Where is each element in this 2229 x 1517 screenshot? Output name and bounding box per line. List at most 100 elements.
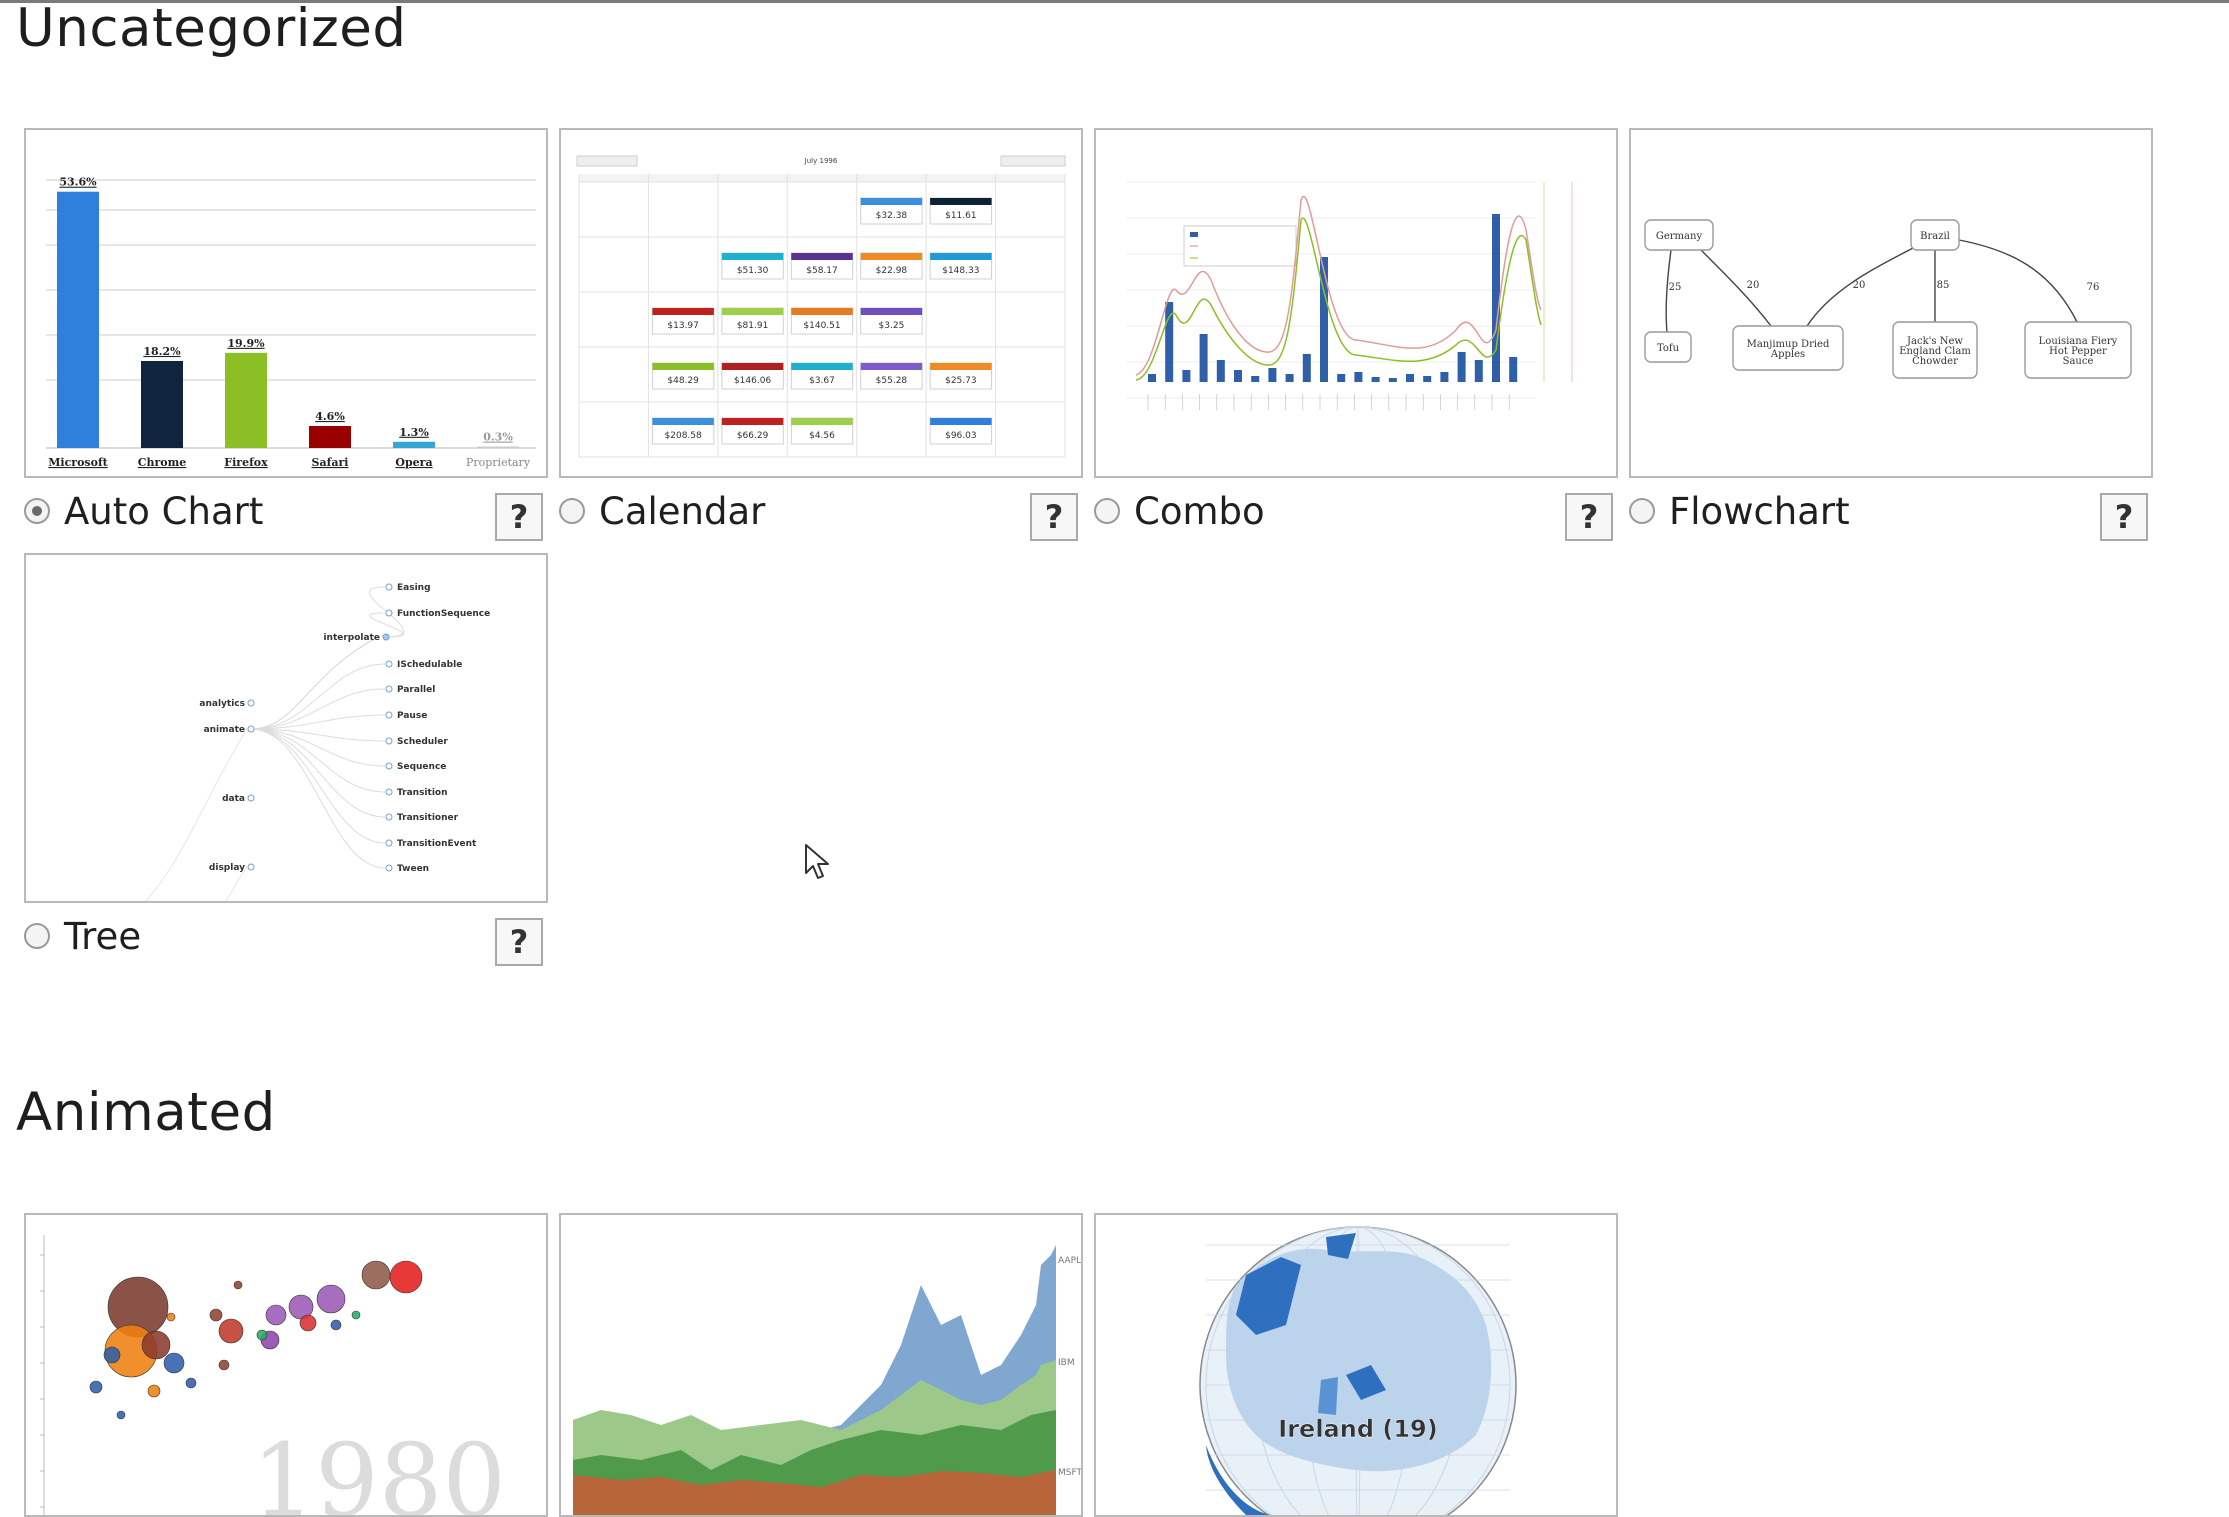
flow-node-label: Tofu (1657, 343, 1680, 354)
flow-node-label: Brazil (1920, 231, 1950, 242)
tree-node-label: data (222, 794, 245, 804)
category-label: Proprietary (466, 456, 531, 469)
combo-bar (1440, 372, 1449, 382)
calendar-event-header (860, 308, 923, 315)
calendar-event-header (860, 363, 923, 370)
tree-leaf (385, 813, 393, 821)
calendar-event-header (791, 253, 853, 260)
tree-leaf (385, 609, 393, 617)
flowchart-preview: 25 20 20 85 76Germany BrazilTofu Manjimup Drie… (1644, 219, 2132, 379)
bubble (166, 1312, 176, 1322)
chart-type-card-animated-bubble[interactable]: 1980 (24, 1213, 548, 1517)
flowchart-radio[interactable] (1629, 498, 1655, 524)
bar-value-label: 53.6% (59, 176, 97, 189)
tree-leaf-label: Tween (397, 864, 429, 874)
chart-type-card-tree[interactable]: analytics animate data display interpolate Ea… (24, 553, 548, 973)
tree-leaf (385, 583, 393, 591)
bubble (185, 1377, 197, 1389)
tree-leaf (385, 839, 393, 847)
flowchart-help-button[interactable]: ? (2100, 493, 2148, 541)
chart-type-card-calendar[interactable]: July 1996 $32.38 $11.61 $51.30 $58.17 $22.98 $… (559, 128, 1083, 548)
calendar-event-amount: $3.25 (879, 321, 905, 331)
tree-node (247, 863, 255, 871)
calendar-event-header (721, 363, 784, 370)
combo-bar (1320, 257, 1328, 382)
bubble-thumbnail[interactable]: 1980 (24, 1213, 548, 1517)
tree-leaf (385, 788, 393, 796)
combo-radio[interactable] (1094, 498, 1120, 524)
bubble (330, 1319, 342, 1331)
calendar-label: Calendar (599, 490, 766, 533)
tree-node (382, 633, 390, 641)
chart-type-card-combo[interactable]: Combo ? (1094, 128, 1618, 548)
tree-node (247, 699, 255, 707)
calendar-event-amount: $13.97 (667, 321, 699, 331)
calendar-event-amount: $66.29 (737, 431, 769, 441)
tree-leaf (385, 660, 393, 668)
tree-node-label: display (209, 863, 245, 873)
combo-bar (1234, 370, 1242, 382)
tree-help-button[interactable]: ? (495, 918, 543, 966)
combo-bar (1285, 374, 1294, 382)
flowchart-thumbnail[interactable]: 25 20 20 85 76 Germany Brazil Tofu Manjimup Drie… (1629, 128, 2153, 478)
calendar-event-header (721, 253, 784, 260)
auto-chart-thumbnail[interactable]: 53.6% Microsoft 18.2% Chrome 19.9% Firefox 4.6… (24, 128, 548, 478)
combo-thumbnail[interactable] (1094, 128, 1618, 478)
category-label: Microsoft (48, 456, 108, 469)
category-label: Firefox (224, 456, 268, 469)
globe-thumbnail[interactable]: Ireland (19) (1094, 1213, 1618, 1517)
calendar-nav-buttons (576, 155, 638, 167)
stream-thumbnail[interactable]: AAPL IBM MSFT (559, 1213, 1083, 1517)
tree-link (250, 636, 379, 730)
tree-leaf (385, 864, 393, 872)
calendar-event-header (652, 418, 714, 425)
calendar-thumbnail[interactable]: July 1996 $32.38 $11.61 $51.30 $58.17 $22.98 $… (559, 128, 1083, 478)
combo-bar (1474, 360, 1483, 382)
chart-type-card-animated-globe[interactable]: Ireland (19) (1094, 1213, 1618, 1517)
combo-preview (1126, 181, 1573, 410)
calendar-event-header (791, 363, 853, 370)
calendar-event-amount: $140.51 (803, 321, 840, 331)
calendar-event-header (652, 308, 714, 315)
tree-leaf-label: Parallel (397, 685, 435, 695)
auto-chart-label: Auto Chart (64, 490, 264, 533)
flowchart-label: Flowchart (1669, 490, 1850, 533)
tree-node-label: interpolate (323, 633, 380, 643)
chart-type-card-auto-chart[interactable]: 53.6% Microsoft 18.2% Chrome 19.9% Firefox 4.6… (24, 128, 548, 548)
bubble (256, 1329, 268, 1341)
auto-chart-help-button[interactable]: ? (495, 493, 543, 541)
bubble (147, 1384, 161, 1398)
calendar-event-header (930, 418, 992, 425)
bar-firefox (225, 352, 267, 448)
stream-series-label: MSFT (1058, 1468, 1081, 1478)
bubble-year-label: 1980 (252, 1422, 507, 1515)
calendar-event-header (721, 308, 784, 315)
tree-thumbnail[interactable]: analytics animate data display interpolate Ea… (24, 553, 548, 903)
bubble (116, 1410, 126, 1420)
bubble (265, 1304, 287, 1326)
stream-series-label: AAPL (1058, 1256, 1081, 1266)
calendar-event-header (930, 363, 992, 370)
combo-help-button[interactable]: ? (1565, 493, 1613, 541)
calendar-event-header (652, 363, 714, 370)
combo-bar (1354, 372, 1363, 382)
calendar-help-button[interactable]: ? (1030, 493, 1078, 541)
calendar-event-amount: $4.56 (809, 431, 835, 441)
bubble (218, 1318, 244, 1344)
calendar-radio[interactable] (559, 498, 585, 524)
tree-link (145, 728, 248, 901)
calendar-event-header (860, 198, 923, 205)
bar-proprietary (477, 446, 519, 448)
mouse-cursor-icon (805, 844, 829, 879)
tree-leaf-label: Scheduler (397, 737, 448, 747)
calendar-event-header (930, 198, 992, 205)
category-label: Opera (395, 456, 432, 469)
chart-type-card-flowchart[interactable]: 25 20 20 85 76 Germany Brazil Tofu Manjimup Drie… (1629, 128, 2153, 548)
calendar-event-amount: $25.73 (945, 376, 977, 386)
globe-hover-label: Ireland (19) (1278, 1415, 1437, 1443)
tree-leaf-label: FunctionSequence (397, 609, 490, 619)
calendar-event-amount: $32.38 (876, 211, 908, 221)
chart-type-card-animated-stream[interactable]: AAPL IBM MSFT (559, 1213, 1083, 1517)
auto-chart-radio[interactable] (24, 498, 50, 524)
tree-radio[interactable] (24, 923, 50, 949)
